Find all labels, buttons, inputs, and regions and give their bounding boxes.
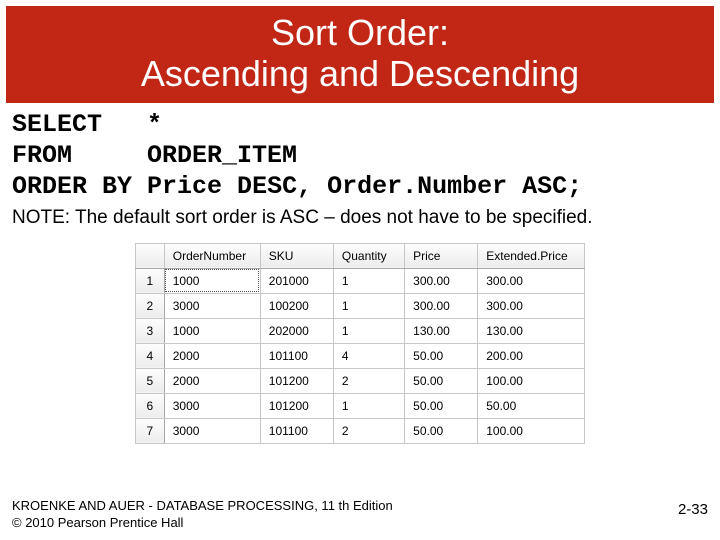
cell-price: 300.00 — [405, 293, 478, 318]
slide-title: Sort Order: Ascending and Descending — [6, 12, 714, 95]
cell-ordernumber: 2000 — [164, 343, 260, 368]
cell-ordernumber: 3000 — [164, 393, 260, 418]
result-table: OrderNumber SKU Quantity Price Extended.… — [135, 243, 585, 444]
row-number: 5 — [136, 368, 165, 393]
sql-orderby-kw: ORDER BY — [12, 172, 132, 201]
col-header-ordernumber: OrderNumber — [164, 243, 260, 268]
cell-sku: 101200 — [260, 368, 333, 393]
sql-select-kw: SELECT — [12, 110, 102, 139]
col-header-quantity: Quantity — [333, 243, 404, 268]
note-text: NOTE: The default sort order is ASC – do… — [12, 207, 708, 229]
cell-price: 50.00 — [405, 393, 478, 418]
cell-extendedprice: 100.00 — [478, 368, 585, 393]
title-line1: Sort Order: — [271, 12, 449, 53]
table-row: 7 3000 101100 2 50.00 100.00 — [136, 418, 585, 443]
row-number: 4 — [136, 343, 165, 368]
sql-from-tbl: ORDER_ITEM — [147, 141, 297, 170]
cell-quantity: 1 — [333, 393, 404, 418]
sql-select-cols: * — [147, 110, 162, 139]
sql-code: SELECT * FROM ORDER_ITEM ORDER BY Price … — [12, 109, 708, 203]
cell-sku: 201000 — [260, 268, 333, 293]
cell-price: 50.00 — [405, 418, 478, 443]
table-header-row: OrderNumber SKU Quantity Price Extended.… — [136, 243, 585, 268]
cell-ordernumber: 3000 — [164, 418, 260, 443]
footer-text: KROENKE AND AUER - DATABASE PROCESSING, … — [12, 498, 708, 532]
cell-ordernumber: 1000 — [164, 318, 260, 343]
result-grid: OrderNumber SKU Quantity Price Extended.… — [135, 243, 585, 444]
cell-quantity: 2 — [333, 368, 404, 393]
row-number: 2 — [136, 293, 165, 318]
col-header-price: Price — [405, 243, 478, 268]
cell-price: 300.00 — [405, 268, 478, 293]
table-row: 3 1000 202000 1 130.00 130.00 — [136, 318, 585, 343]
cell-extendedprice: 50.00 — [478, 393, 585, 418]
cell-quantity: 1 — [333, 293, 404, 318]
col-header-extendedprice: Extended.Price — [478, 243, 585, 268]
slide: Sort Order: Ascending and Descending SEL… — [0, 6, 720, 540]
table-corner — [136, 243, 165, 268]
cell-price: 50.00 — [405, 343, 478, 368]
col-header-sku: SKU — [260, 243, 333, 268]
cell-sku: 202000 — [260, 318, 333, 343]
table-row: 6 3000 101200 1 50.00 50.00 — [136, 393, 585, 418]
table-row: 4 2000 101100 4 50.00 200.00 — [136, 343, 585, 368]
cell-extendedprice: 300.00 — [478, 268, 585, 293]
cell-sku: 101100 — [260, 343, 333, 368]
cell-quantity: 2 — [333, 418, 404, 443]
cell-extendedprice: 130.00 — [478, 318, 585, 343]
sql-orderby-expr: Price DESC, Order.Number ASC; — [147, 172, 582, 201]
row-number: 7 — [136, 418, 165, 443]
cell-sku: 100200 — [260, 293, 333, 318]
footer-line2: © 2010 Pearson Prentice Hall — [12, 515, 183, 530]
footer-line1: KROENKE AND AUER - DATABASE PROCESSING, … — [12, 498, 393, 513]
table-row: 5 2000 101200 2 50.00 100.00 — [136, 368, 585, 393]
cell-ordernumber: 1000 — [164, 268, 260, 293]
cell-extendedprice: 200.00 — [478, 343, 585, 368]
sql-from-kw: FROM — [12, 141, 72, 170]
title-line2: Ascending and Descending — [141, 53, 579, 94]
cell-sku: 101100 — [260, 418, 333, 443]
cell-extendedprice: 100.00 — [478, 418, 585, 443]
cell-ordernumber: 3000 — [164, 293, 260, 318]
cell-ordernumber: 2000 — [164, 368, 260, 393]
cell-sku: 101200 — [260, 393, 333, 418]
cell-quantity: 4 — [333, 343, 404, 368]
table-row: 2 3000 100200 1 300.00 300.00 — [136, 293, 585, 318]
cell-quantity: 1 — [333, 318, 404, 343]
table-row: 1 1000 201000 1 300.00 300.00 — [136, 268, 585, 293]
row-number: 3 — [136, 318, 165, 343]
cell-price: 130.00 — [405, 318, 478, 343]
row-number: 1 — [136, 268, 165, 293]
cell-price: 50.00 — [405, 368, 478, 393]
page-number: 2-33 — [678, 501, 708, 518]
row-number: 6 — [136, 393, 165, 418]
cell-extendedprice: 300.00 — [478, 293, 585, 318]
footer: KROENKE AND AUER - DATABASE PROCESSING, … — [12, 498, 708, 532]
title-bar: Sort Order: Ascending and Descending — [6, 6, 714, 103]
cell-quantity: 1 — [333, 268, 404, 293]
